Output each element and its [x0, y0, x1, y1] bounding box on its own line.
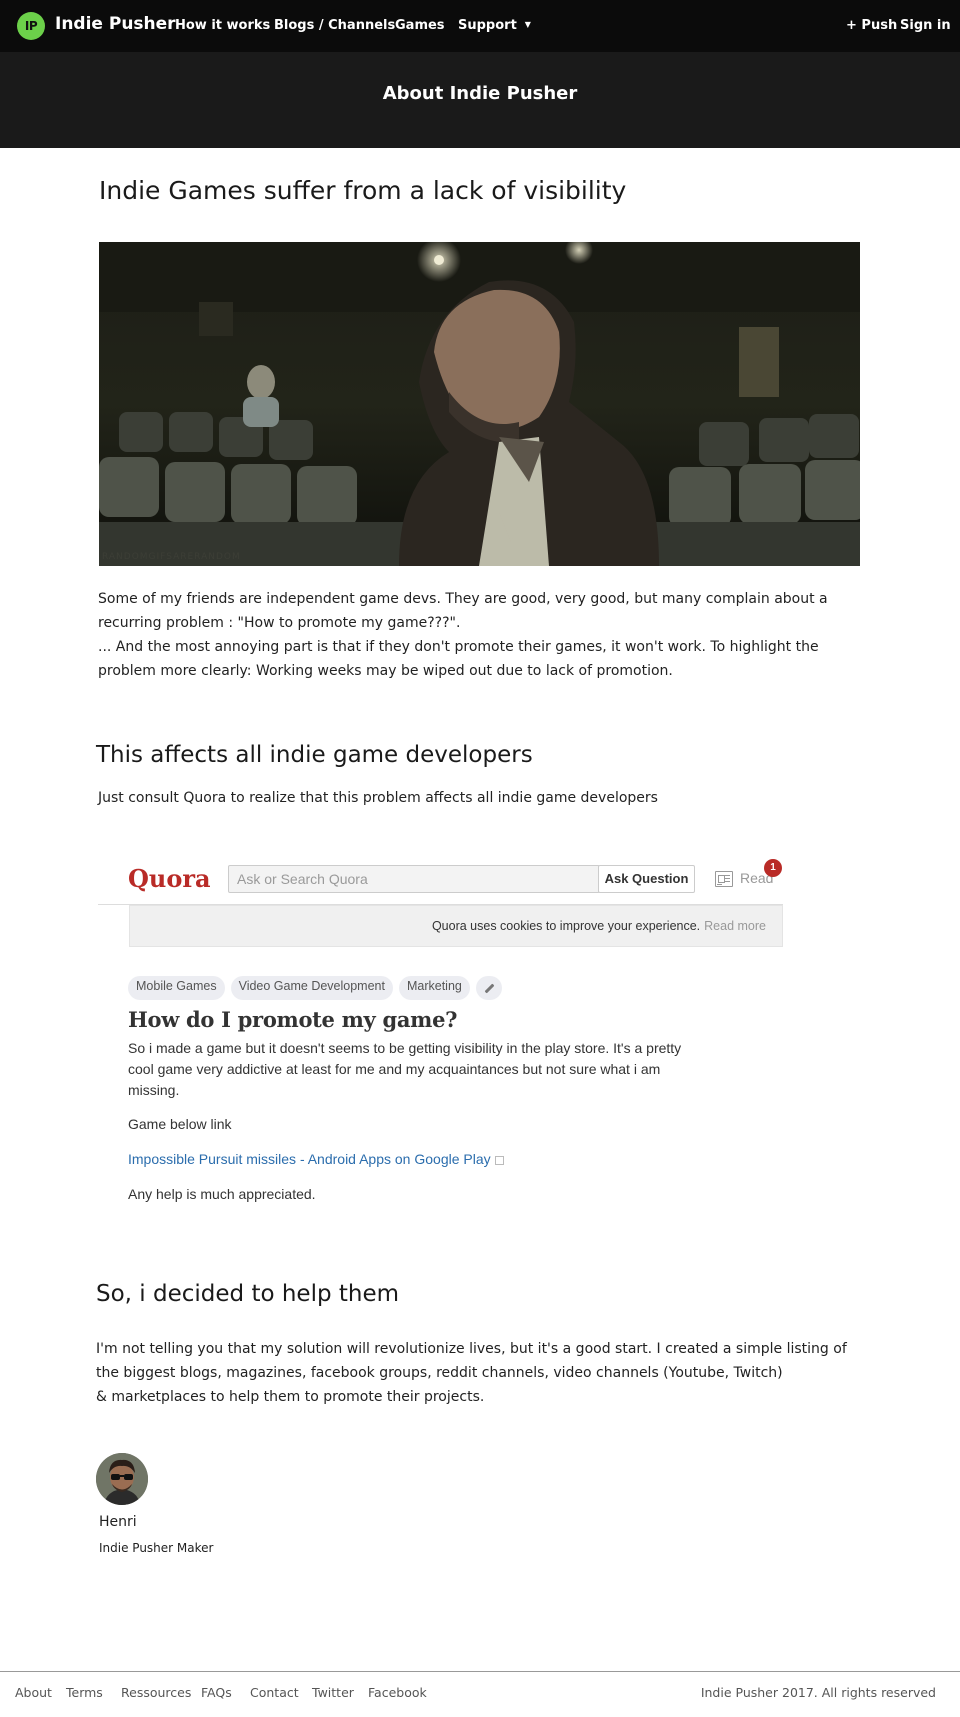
read-icon [715, 871, 733, 887]
tag-video-game-development: Video Game Development [230, 976, 393, 1000]
push-button[interactable]: + Push [846, 18, 897, 33]
logo-icon[interactable]: IP [17, 12, 45, 40]
quora-cookie-banner: Quora uses cookies to improve your exper… [129, 905, 783, 947]
hero-banner: About Indie Pusher [0, 52, 960, 148]
section-heading-affects: This affects all indie game developers [96, 742, 533, 768]
footer-ressources-link[interactable]: Ressources [121, 1685, 191, 1700]
tag-marketing: Marketing [398, 976, 470, 1000]
nav-blogs-channels[interactable]: Blogs / Channels [274, 18, 395, 33]
image-watermark: RANDOMGIFSARERANDOM [102, 552, 241, 562]
intro-paragraph-1: Some of my friends are independent game … [98, 591, 828, 631]
footer-faqs-link[interactable]: FAQs [201, 1685, 232, 1700]
quora-body-line-2: Game below link [128, 1116, 232, 1132]
avatar [96, 1453, 148, 1505]
tag-mobile-games: Mobile Games [128, 976, 225, 1000]
page-title: About Indie Pusher [382, 83, 578, 104]
footer-terms-link[interactable]: Terms [66, 1685, 103, 1700]
external-link-icon [494, 1156, 504, 1165]
quora-ask-question-button: Ask Question [598, 865, 695, 893]
section-heading-visibility: Indie Games suffer from a lack of visibi… [99, 176, 627, 205]
quora-game-link: Impossible Pursuit missiles - Android Ap… [128, 1151, 491, 1167]
footer-about-link[interactable]: About [15, 1685, 52, 1700]
author-role: Indie Pusher Maker [99, 1541, 214, 1555]
footer-divider [0, 1671, 960, 1672]
sign-in-link[interactable]: Sign in [900, 18, 951, 33]
intro-paragraph-2: ... And the most annoying part is that i… [98, 639, 819, 679]
footer-copyright: Indie Pusher 2017. All rights reserved [700, 1685, 936, 1700]
solution-paragraph: I'm not telling you that my solution wil… [96, 1341, 847, 1381]
pencil-icon [475, 976, 502, 1000]
footer-contact-link[interactable]: Contact [250, 1685, 299, 1700]
quora-topic-tags: Mobile Games Video Game Development Mark… [128, 976, 502, 1000]
footer-twitter-link[interactable]: Twitter [312, 1685, 354, 1700]
quora-logo: Quora [128, 864, 211, 893]
author-name: Henri [99, 1514, 137, 1530]
cookie-read-more: Read more [704, 919, 766, 933]
footer-facebook-link[interactable]: Facebook [368, 1685, 427, 1700]
quora-intro-text: Just consult Quora to realize that this … [98, 790, 658, 806]
nav-how-it-works[interactable]: How it works [175, 18, 270, 33]
nav-support-label: Support [458, 18, 517, 33]
quora-body-line-3: Any help is much appreciated. [128, 1186, 316, 1202]
movie-theater-gif: RANDOMGIFSARERANDOM [99, 242, 860, 566]
quora-question-title: How do I promote my game? [128, 1007, 458, 1032]
notification-badge: 1 [764, 859, 782, 877]
brand-name[interactable]: Indie Pusher [55, 14, 176, 34]
solution-paragraph-2: & marketplaces to help them to promote t… [96, 1389, 485, 1405]
cookie-text: Quora uses cookies to improve your exper… [431, 919, 701, 933]
caret-down-icon: ▼ [524, 20, 531, 29]
nav-games[interactable]: Games [395, 18, 445, 33]
quora-screenshot: Quora Ask or Search Quora Ask Question R… [98, 852, 798, 1222]
section-heading-help: So, i decided to help them [96, 1281, 400, 1307]
top-navbar: IP Indie Pusher How it works Blogs / Cha… [0, 0, 960, 52]
nav-support-dropdown[interactable]: Support ▼ [458, 18, 531, 33]
quora-link-line: Impossible Pursuit missiles - Android Ap… [128, 1151, 504, 1167]
quora-question-body: So i made a game but it doesn't seems to… [128, 1040, 682, 1098]
quora-search-input: Ask or Search Quora [228, 865, 600, 893]
